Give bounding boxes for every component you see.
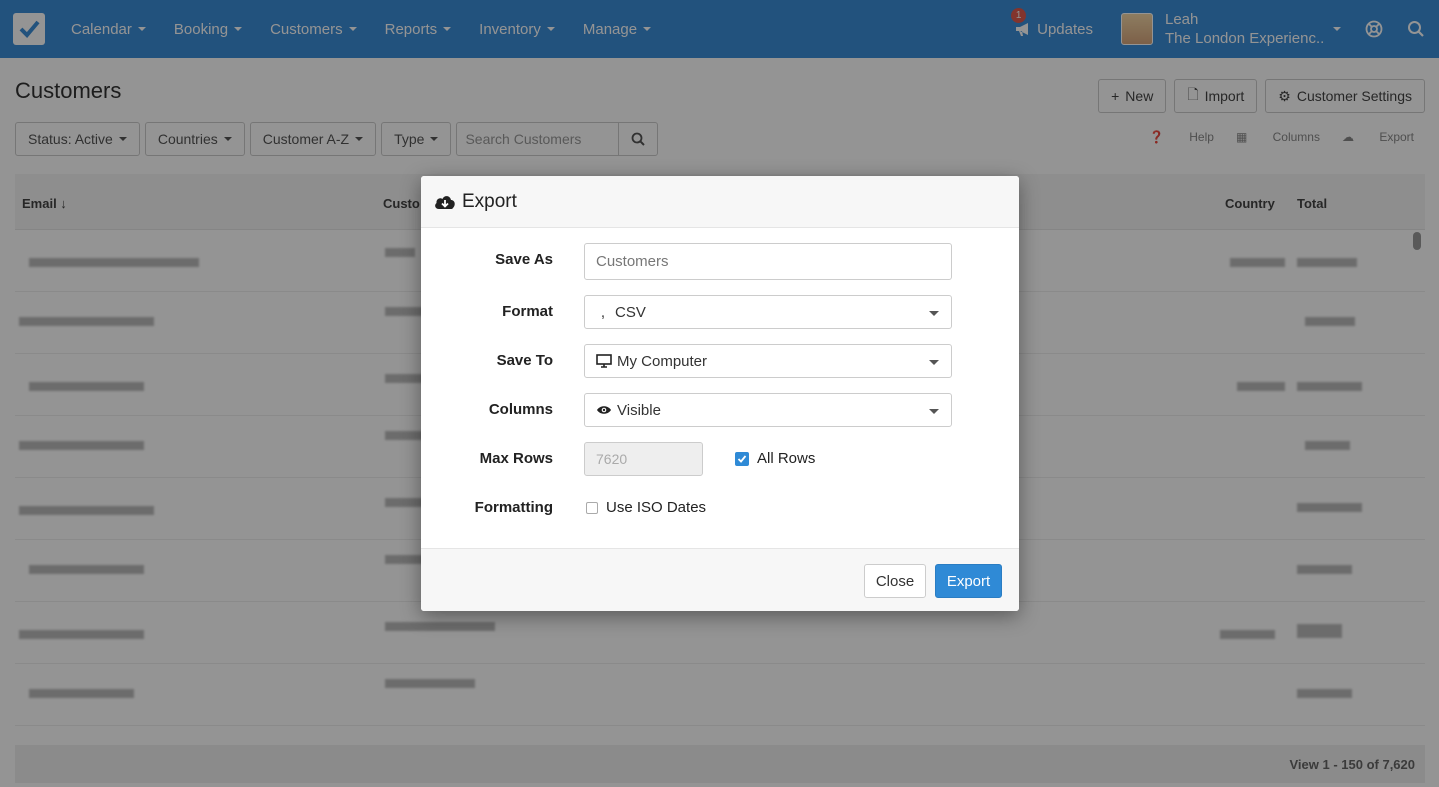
checkbox-unchecked-icon	[586, 501, 598, 514]
close-button[interactable]: Close	[864, 564, 926, 598]
max-rows-input[interactable]: 7620	[584, 442, 703, 476]
comma-icon: ,	[600, 303, 606, 321]
save-to-select[interactable]: My Computer	[584, 344, 952, 378]
export-button[interactable]: Export	[935, 564, 1002, 598]
save-as-label: Save As	[495, 251, 553, 268]
export-dialog: Export Save As Customers Format , CSV Sa…	[421, 176, 1019, 611]
save-to-value: My Computer	[617, 352, 708, 370]
checkbox-checked-icon	[735, 451, 749, 466]
columns-value: Visible	[617, 401, 661, 419]
format-label: Format	[502, 303, 553, 320]
all-rows-label: All Rows	[757, 450, 816, 467]
columns-label: Columns	[488, 401, 553, 418]
cloud-download-icon	[435, 195, 455, 209]
formatting-label: Formatting	[474, 499, 553, 516]
dialog-title: Export	[462, 190, 517, 212]
iso-dates-label: Use ISO Dates	[606, 499, 707, 516]
eye-icon	[596, 404, 612, 416]
iso-dates-checkbox[interactable]: Use ISO Dates	[586, 499, 706, 516]
chevron-down-icon	[929, 360, 939, 365]
save-to-label: Save To	[496, 352, 553, 369]
max-rows-label: Max Rows	[479, 450, 553, 467]
all-rows-checkbox[interactable]: All Rows	[735, 450, 815, 467]
chevron-down-icon	[929, 409, 939, 414]
chevron-down-icon	[929, 311, 939, 316]
columns-select[interactable]: Visible	[584, 393, 952, 427]
format-value: CSV	[615, 303, 646, 321]
format-select[interactable]: , CSV	[584, 295, 952, 329]
monitor-icon	[596, 354, 612, 368]
save-as-input[interactable]: Customers	[584, 243, 952, 280]
